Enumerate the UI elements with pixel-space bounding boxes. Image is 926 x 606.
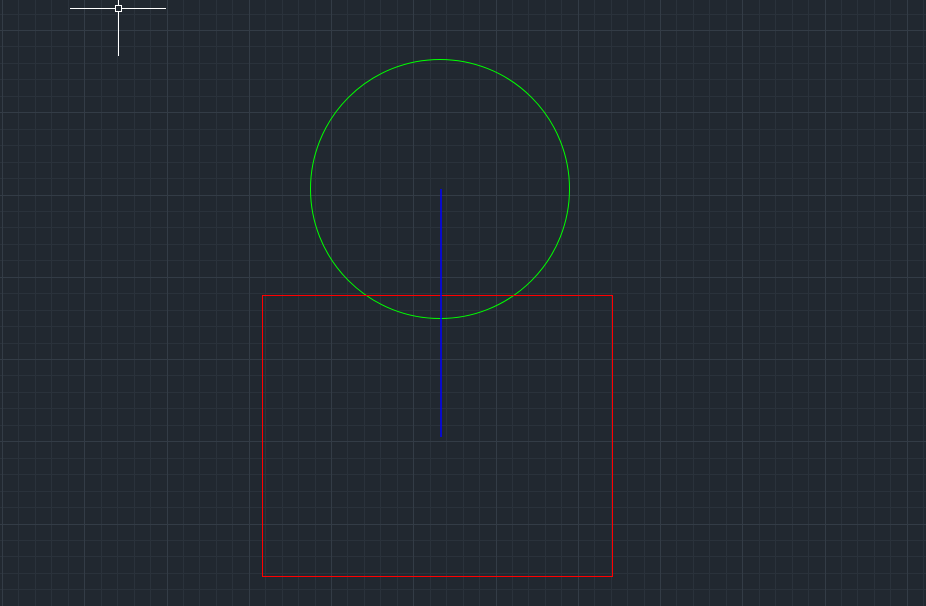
- canvas-svg[interactable]: [0, 0, 926, 606]
- drawing-canvas[interactable]: [0, 0, 926, 606]
- pickbox-icon: [115, 5, 122, 12]
